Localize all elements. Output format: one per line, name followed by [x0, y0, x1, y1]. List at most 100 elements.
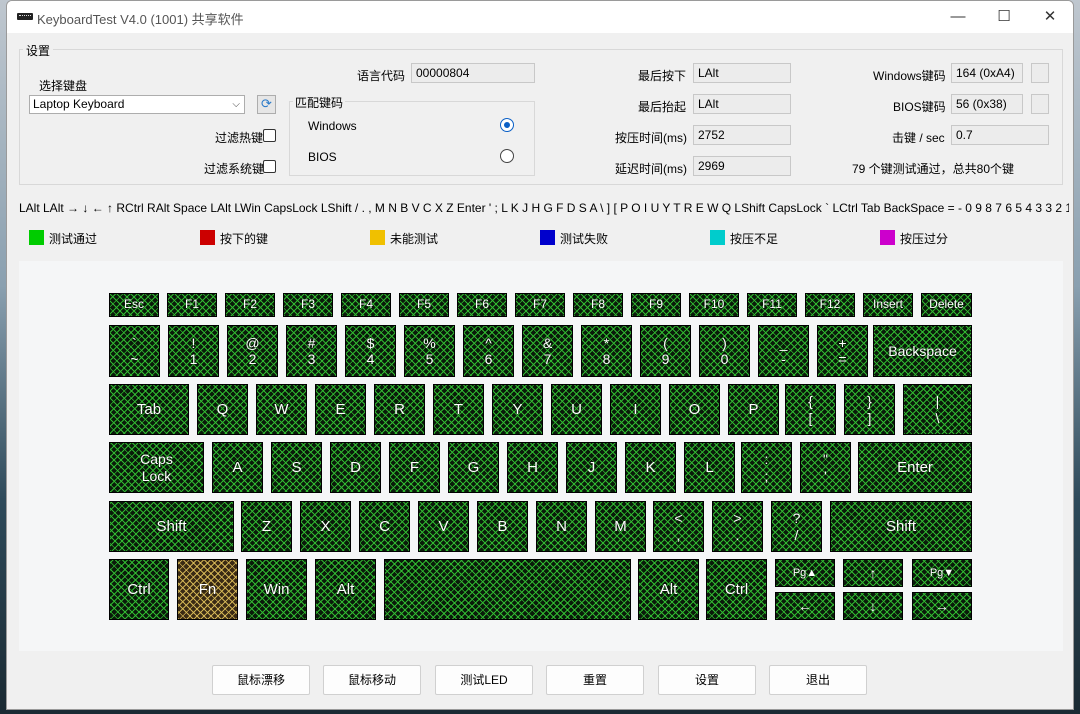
key-space[interactable] — [384, 559, 631, 620]
key-s[interactable]: S — [271, 442, 322, 493]
key-3[interactable]: #3 — [286, 325, 337, 377]
key-esc[interactable]: Esc — [109, 293, 159, 317]
key-right-ctrl[interactable]: Ctrl — [706, 559, 767, 620]
key-f9[interactable]: F9 — [631, 293, 681, 317]
key-f8[interactable]: F8 — [573, 293, 623, 317]
minimize-button[interactable]: — — [935, 1, 981, 33]
key-right-bracket[interactable]: }] — [844, 384, 895, 435]
keyboard-select[interactable]: Laptop Keyboard ⌵ — [29, 95, 245, 114]
key-y[interactable]: Y — [492, 384, 543, 435]
key-8[interactable]: * 8 — [581, 325, 632, 377]
key-c[interactable]: C — [359, 501, 410, 552]
key-z[interactable]: Z — [241, 501, 292, 552]
key-backslash[interactable]: | \ — [903, 384, 972, 435]
key-right-alt[interactable]: Alt — [638, 559, 699, 620]
key-w[interactable]: W — [256, 384, 307, 435]
key-t[interactable]: T — [433, 384, 484, 435]
key-f6[interactable]: F6 — [457, 293, 507, 317]
key-equal[interactable]: + = — [817, 325, 868, 377]
key-period[interactable]: >. — [712, 501, 763, 552]
key-f1[interactable]: F1 — [167, 293, 217, 317]
key-j[interactable]: J — [566, 442, 617, 493]
key-minus[interactable]: _ - — [758, 325, 809, 377]
key-left-shift[interactable]: Shift — [109, 501, 234, 552]
key-f10[interactable]: F10 — [689, 293, 739, 317]
radio-bios[interactable] — [500, 149, 514, 163]
key-f2[interactable]: F2 — [225, 293, 275, 317]
key-capslock[interactable]: Caps Lock — [109, 442, 204, 493]
key-5[interactable]: % 5 — [404, 325, 455, 377]
key-slash[interactable]: ? / — [771, 501, 822, 552]
key-u[interactable]: U — [551, 384, 602, 435]
key-l[interactable]: L — [684, 442, 735, 493]
test-led-button[interactable]: 测试LED — [435, 665, 533, 695]
key-f4[interactable]: F4 — [341, 293, 391, 317]
key-grave[interactable]: ` ~ — [109, 325, 160, 377]
key-label: F5 — [416, 297, 431, 312]
key-left-alt[interactable]: Alt — [315, 559, 376, 620]
key-g[interactable]: G — [448, 442, 499, 493]
key-o[interactable]: O — [669, 384, 720, 435]
key-delete[interactable]: Delete — [921, 293, 972, 317]
key-semicolon[interactable]: :; — [741, 442, 792, 493]
reset-button[interactable]: 重置 — [546, 665, 644, 695]
mouse-drift-button[interactable]: 鼠标漂移 — [212, 665, 310, 695]
maximize-button[interactable]: ☐ — [981, 1, 1027, 33]
key-b[interactable]: B — [477, 501, 528, 552]
key-f7[interactable]: F7 — [515, 293, 565, 317]
key-comma[interactable]: <, — [653, 501, 704, 552]
key-f11[interactable]: F11 — [747, 293, 797, 317]
refresh-icon[interactable]: ⟳ — [257, 95, 276, 114]
key-6[interactable]: ^ 6 — [463, 325, 514, 377]
key-m[interactable]: M — [595, 501, 646, 552]
key-e[interactable]: E — [315, 384, 366, 435]
key-arrow-up[interactable]: ↑ — [843, 559, 903, 587]
key-f12[interactable]: F12 — [805, 293, 855, 317]
close-button[interactable]: ✕ — [1027, 1, 1073, 33]
key-page-down[interactable]: Pg▼ — [912, 559, 972, 587]
key-0[interactable]: ) 0 — [699, 325, 750, 377]
key-win[interactable]: Win — [246, 559, 307, 620]
key-p[interactable]: P — [728, 384, 779, 435]
key-quote[interactable]: " ' — [800, 442, 851, 493]
key-tab[interactable]: Tab — [109, 384, 189, 435]
key-label-top: * — [603, 334, 610, 351]
key-x[interactable]: X — [300, 501, 351, 552]
key-arrow-down[interactable]: ↓ — [843, 592, 903, 620]
key-insert[interactable]: Insert — [863, 293, 913, 317]
key-a[interactable]: A — [212, 442, 263, 493]
key-4[interactable]: $4 — [345, 325, 396, 377]
key-i[interactable]: I — [610, 384, 661, 435]
settings-button[interactable]: 设置 — [658, 665, 756, 695]
key-right-shift[interactable]: Shift — [830, 501, 972, 552]
key-k[interactable]: K — [625, 442, 676, 493]
key-r[interactable]: R — [374, 384, 425, 435]
key-v[interactable]: V — [418, 501, 469, 552]
key-n[interactable]: N — [536, 501, 587, 552]
key-left-ctrl[interactable]: Ctrl — [109, 559, 169, 620]
filter-hotkeys-checkbox[interactable] — [263, 129, 276, 142]
mouse-move-button[interactable]: 鼠标移动 — [323, 665, 421, 695]
key-page-up[interactable]: Pg▲ — [775, 559, 835, 587]
key-arrow-left[interactable]: ← — [775, 592, 835, 620]
key-2[interactable]: @2 — [227, 325, 278, 377]
key-label-bottom: , — [676, 526, 681, 543]
key-arrow-right[interactable]: → — [912, 592, 972, 620]
filter-system-keys-checkbox[interactable] — [263, 160, 276, 173]
keystroke-rate-label: 击键 / sec — [892, 131, 945, 145]
key-7[interactable]: & 7 — [522, 325, 573, 377]
exit-button[interactable]: 退出 — [769, 665, 867, 695]
key-9[interactable]: (9 — [640, 325, 691, 377]
key-fn[interactable]: Fn — [177, 559, 238, 620]
key-q[interactable]: Q — [197, 384, 248, 435]
key-h[interactable]: H — [507, 442, 558, 493]
key-1[interactable]: ! 1 — [168, 325, 219, 377]
key-f5[interactable]: F5 — [399, 293, 449, 317]
key-f[interactable]: F — [389, 442, 440, 493]
radio-windows[interactable] — [500, 118, 514, 132]
key-d[interactable]: D — [330, 442, 381, 493]
key-backspace[interactable]: Backspace — [873, 325, 972, 377]
key-left-bracket[interactable]: {[ — [785, 384, 836, 435]
key-enter[interactable]: Enter — [858, 442, 972, 493]
key-f3[interactable]: F3 — [283, 293, 333, 317]
